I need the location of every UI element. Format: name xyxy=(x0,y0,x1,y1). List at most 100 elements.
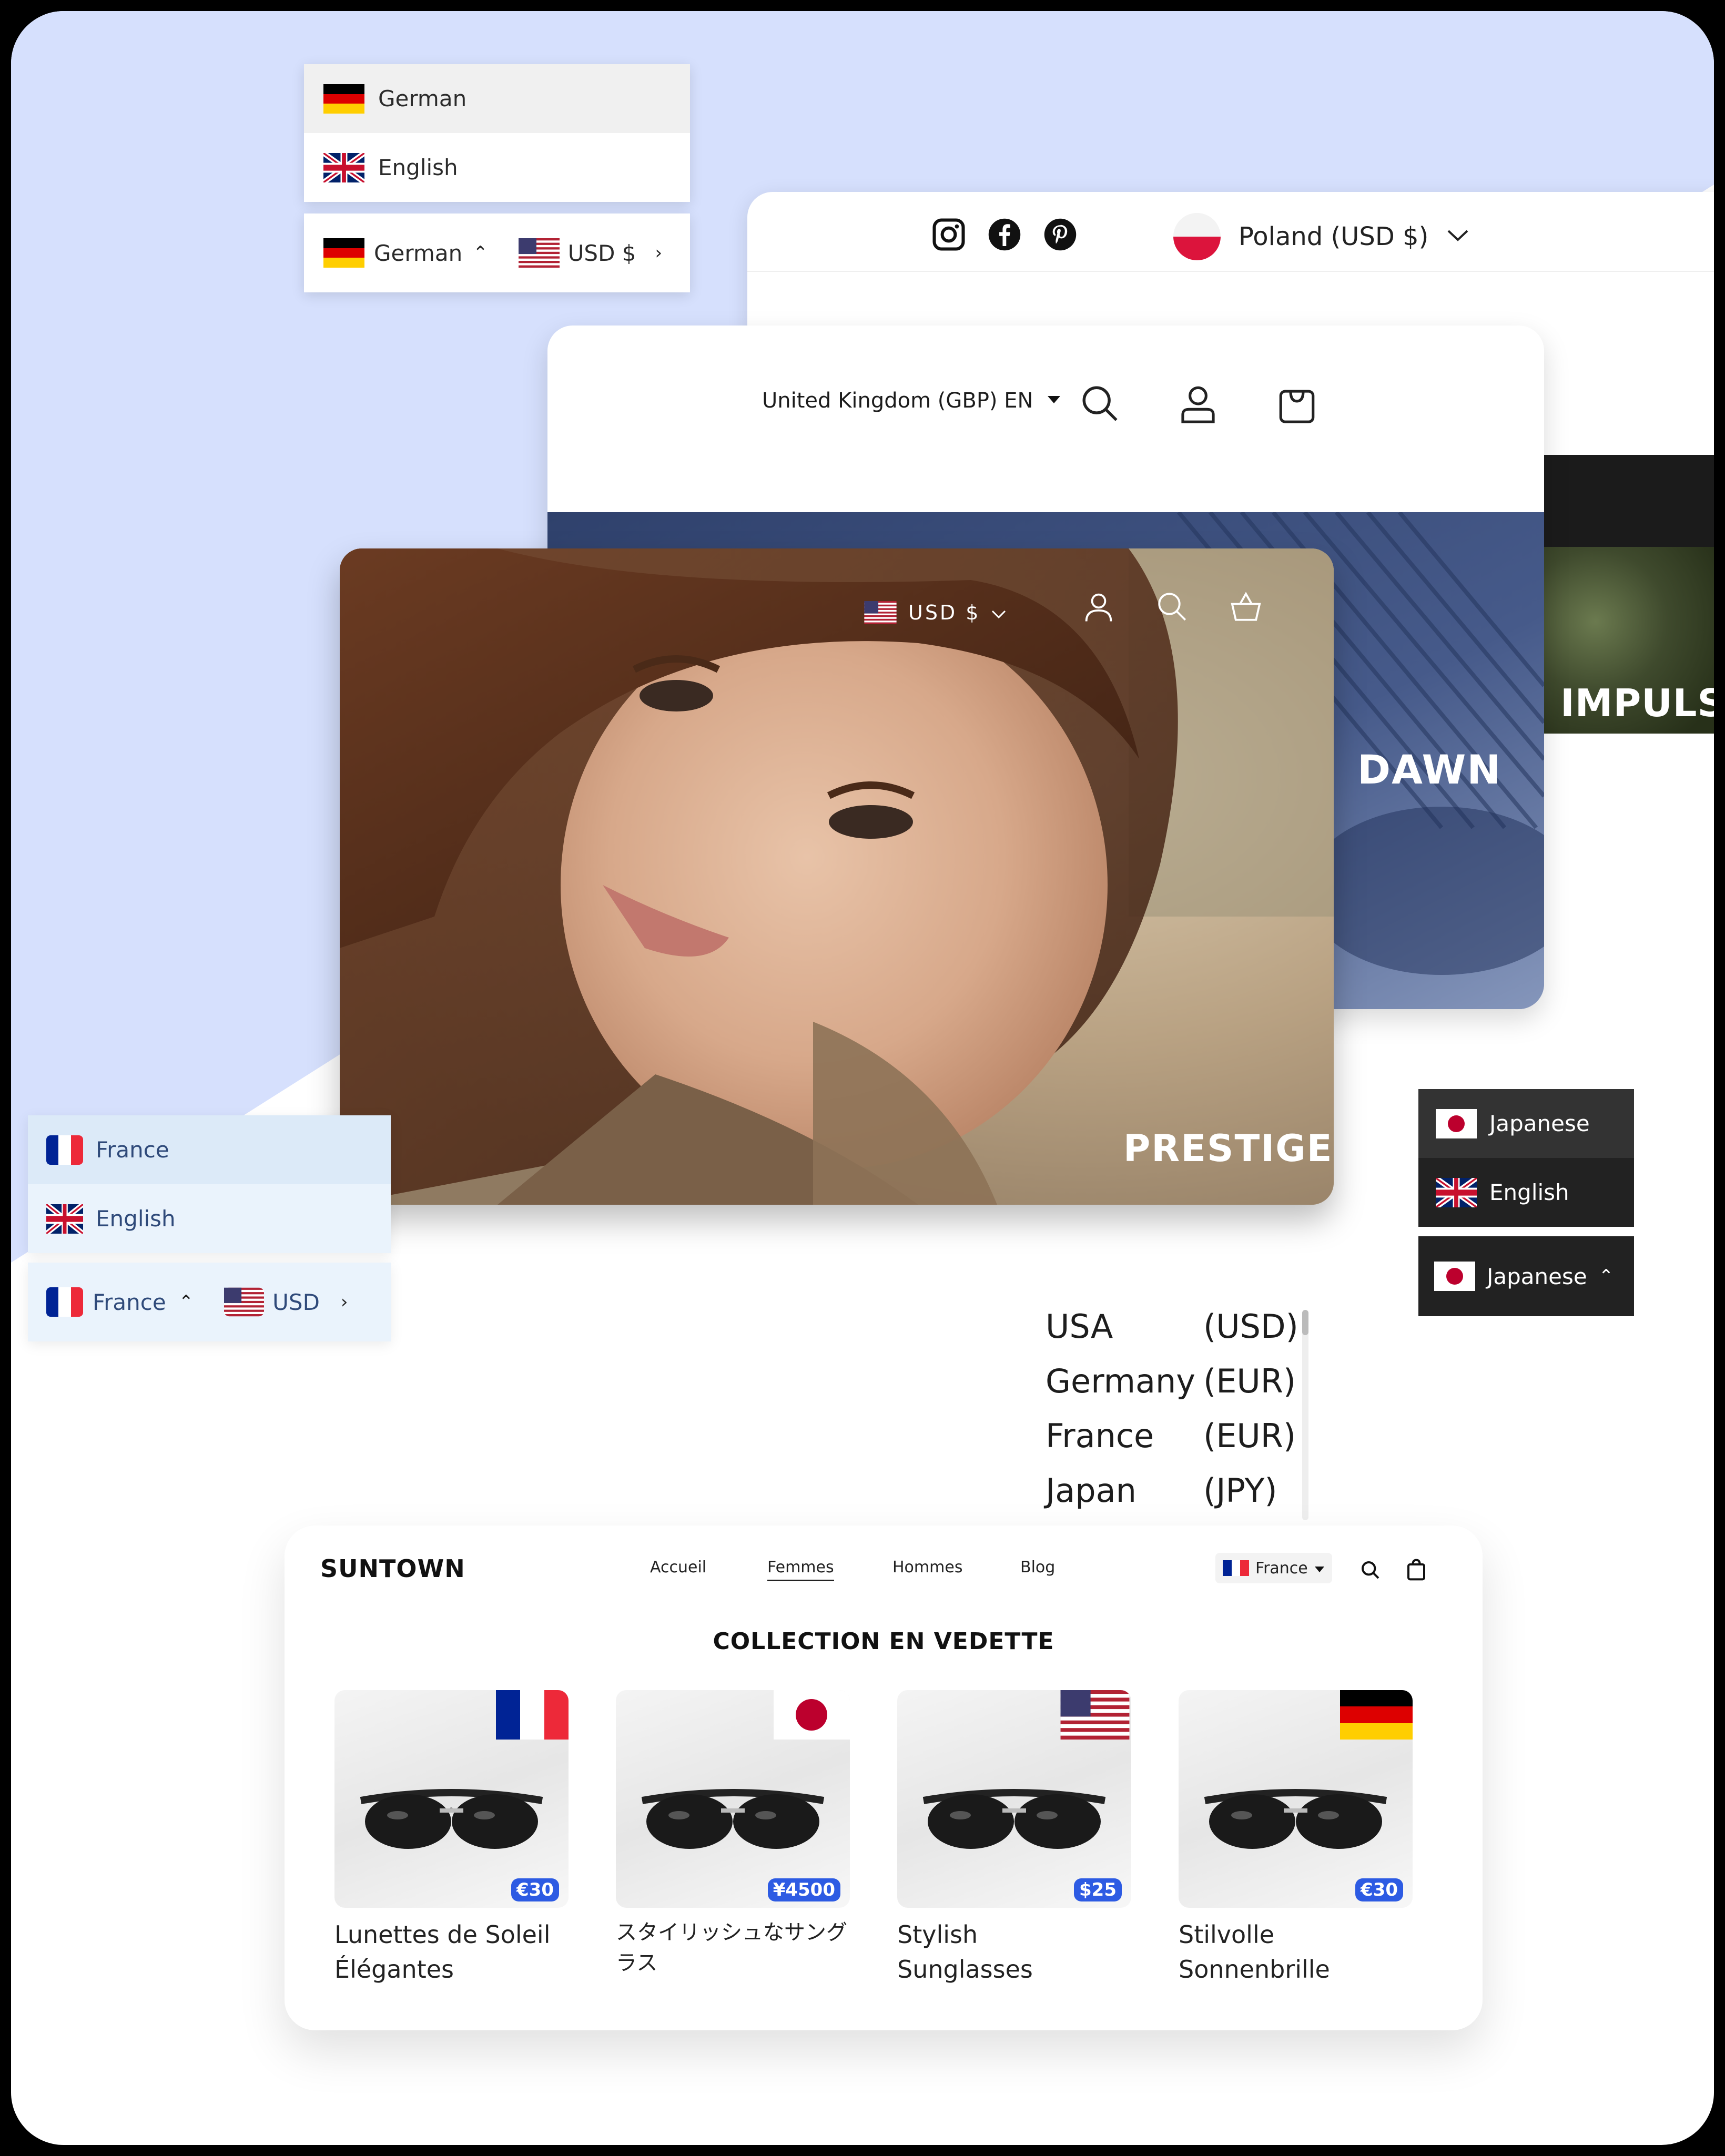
product-card[interactable]: €30 Stilvolle Sonnenbrille xyxy=(1179,1690,1413,1987)
product-card[interactable]: ¥4500 スタイリッシュなサングラス xyxy=(616,1690,850,1978)
germany-flag-icon xyxy=(323,238,364,268)
japan-flag-icon xyxy=(1436,1108,1477,1138)
scrollbar-thumb[interactable] xyxy=(1302,1310,1308,1335)
social-icons xyxy=(931,217,1078,254)
language-selector[interactable]: Japanese ⌃ xyxy=(1418,1236,1634,1316)
language-selected-label: France xyxy=(93,1289,166,1315)
language-option-label: English xyxy=(378,155,458,180)
chevron-down-icon xyxy=(991,601,1007,624)
country-selector[interactable]: France xyxy=(1215,1553,1332,1583)
nav-femmes[interactable]: Femmes xyxy=(767,1558,834,1581)
country-name: Japan xyxy=(1046,1471,1137,1510)
nav-accueil[interactable]: Accueil xyxy=(650,1558,706,1577)
pinterest-icon[interactable] xyxy=(1043,217,1078,254)
country-option-usa[interactable]: USA (USD) xyxy=(1046,1307,1298,1346)
uk-flag-icon xyxy=(323,152,364,182)
language-option-english[interactable]: English xyxy=(1418,1158,1634,1227)
language-option-label: English xyxy=(1489,1179,1569,1205)
nav-blog[interactable]: Blog xyxy=(1020,1558,1055,1577)
language-currency-bar: France ⌃ USD › xyxy=(28,1263,391,1341)
impulse-header-bar xyxy=(1535,455,1714,547)
germany-flag-icon xyxy=(323,84,364,114)
currency-selector[interactable]: USD $ › xyxy=(518,238,663,268)
bag-icon[interactable] xyxy=(1406,1558,1427,1583)
product-name[interactable]: スタイリッシュなサングラス xyxy=(616,1917,850,1978)
language-option-label: France xyxy=(96,1137,169,1163)
usa-flag-icon xyxy=(1059,1690,1131,1742)
product-card[interactable]: €30 Lunettes de Soleil Élégantes xyxy=(334,1690,569,1987)
country-language-label: United Kingdom (GBP) EN xyxy=(762,389,1033,413)
dawn-theme-label: DAWN xyxy=(1357,746,1501,793)
account-icon[interactable] xyxy=(1176,382,1220,428)
product-name[interactable]: Stilvolle Sonnenbrille xyxy=(1179,1917,1352,1987)
language-dropdown-list: Japanese English xyxy=(1418,1089,1634,1227)
basket-icon[interactable] xyxy=(1229,589,1263,626)
bag-icon[interactable] xyxy=(1275,382,1318,428)
nav-hommes[interactable]: Hommes xyxy=(892,1558,962,1577)
language-option-german[interactable]: German xyxy=(304,64,690,133)
impulse-theme-card: IMPULSE xyxy=(1535,455,1714,734)
prestige-theme-card: USD $ PRESTIGE xyxy=(340,548,1334,1205)
currency-selected-label: USD $ xyxy=(567,240,636,266)
chevron-right-icon: › xyxy=(655,242,663,263)
country-option-france[interactable]: France (EUR) xyxy=(1046,1417,1296,1455)
header-divider xyxy=(747,271,1714,272)
currency-code: (EUR) xyxy=(1203,1362,1296,1400)
country-currency-list: USA (USD) Germany (EUR) France (EUR) Jap… xyxy=(1021,1294,1313,1541)
product-name[interactable]: Lunettes de Soleil Élégantes xyxy=(334,1917,569,1987)
language-selector[interactable]: German ⌃ xyxy=(374,240,488,266)
germany-flag-icon xyxy=(1340,1690,1413,1742)
language-option-japanese[interactable]: Japanese xyxy=(1418,1089,1634,1158)
language-option-france[interactable]: France xyxy=(28,1115,391,1184)
product-card[interactable]: $25 Stylish Sunglasses xyxy=(897,1690,1131,1987)
language-currency-bar: German ⌃ USD $ › xyxy=(304,213,690,292)
country-name: Germany xyxy=(1046,1362,1195,1400)
country-language-selector[interactable]: United Kingdom (GBP) EN xyxy=(762,389,1061,413)
price-badge: ¥4500 xyxy=(767,1878,840,1901)
scrollbar-track[interactable] xyxy=(1302,1310,1308,1520)
language-option-label: Japanese xyxy=(1489,1111,1590,1136)
country-option-germany[interactable]: Germany (EUR) xyxy=(1046,1362,1296,1400)
product-image: €30 xyxy=(1179,1690,1413,1908)
currency-selector[interactable]: USD › xyxy=(224,1287,348,1317)
language-selector[interactable]: France ⌃ xyxy=(93,1289,194,1315)
country-name: France xyxy=(1046,1417,1154,1455)
country-option-japan[interactable]: Japan (JPY) xyxy=(1046,1471,1277,1510)
currency-code: (EUR) xyxy=(1203,1417,1296,1455)
prestige-theme-label: PRESTIGE xyxy=(1123,1127,1333,1170)
store-logo[interactable]: SUNTOWN xyxy=(320,1554,465,1583)
price-badge: €30 xyxy=(1355,1878,1403,1901)
caret-down-icon xyxy=(1314,1559,1325,1578)
account-icon[interactable] xyxy=(1081,589,1116,626)
language-option-english[interactable]: English xyxy=(304,133,690,202)
france-flag-icon xyxy=(46,1135,83,1165)
currency-selector[interactable]: USD $ xyxy=(863,601,1007,624)
currency-label: USD $ xyxy=(908,601,981,624)
chevron-up-icon: ⌃ xyxy=(178,1291,194,1313)
japan-flag-icon xyxy=(774,1690,850,1742)
poland-flag-icon xyxy=(1173,213,1221,260)
search-icon[interactable] xyxy=(1079,382,1122,428)
impulse-theme-label: IMPULSE xyxy=(1560,681,1714,725)
chevron-right-icon: › xyxy=(340,1291,348,1313)
product-name[interactable]: Stylish Sunglasses xyxy=(897,1917,1055,1987)
canvas: German English German ⌃ USD $ › Poland (… xyxy=(0,0,1725,2156)
language-option-label: German xyxy=(378,86,467,111)
instagram-icon[interactable] xyxy=(931,217,966,254)
france-flag-icon xyxy=(496,1690,569,1742)
usa-flag-icon xyxy=(518,238,560,268)
currency-selected-label: USD xyxy=(272,1289,320,1315)
language-selected-label: German xyxy=(374,240,463,266)
language-selected-label: Japanese xyxy=(1487,1263,1587,1289)
uk-flag-icon xyxy=(1436,1177,1477,1207)
uk-flag-icon xyxy=(46,1204,83,1234)
language-option-english[interactable]: English xyxy=(28,1184,391,1253)
chevron-up-icon: ⌃ xyxy=(473,242,488,263)
usa-flag-icon xyxy=(863,601,898,624)
country-selector[interactable]: Poland (USD $) xyxy=(1173,213,1469,260)
prestige-hero-image xyxy=(340,548,1334,1205)
facebook-icon[interactable] xyxy=(987,217,1022,254)
currency-code: (JPY) xyxy=(1203,1471,1277,1510)
search-icon[interactable] xyxy=(1155,589,1190,626)
search-icon[interactable] xyxy=(1360,1560,1381,1583)
